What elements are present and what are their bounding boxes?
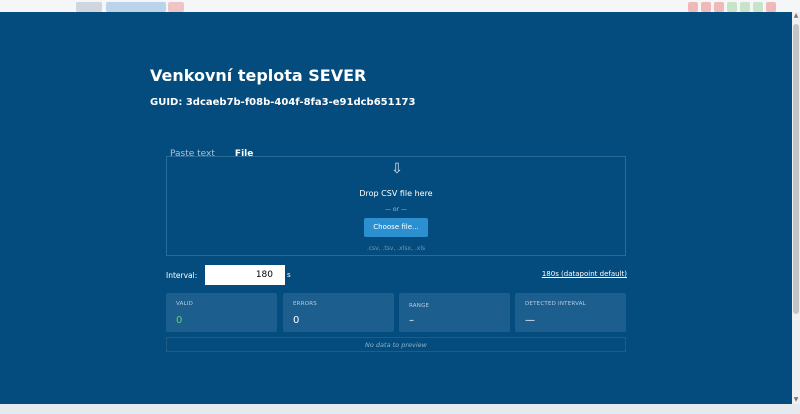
interval-label: Interval: xyxy=(166,271,198,280)
file-dropzone[interactable]: ⇩ Drop CSV file here — or — Choose file.… xyxy=(166,156,626,256)
stat-value: — xyxy=(525,315,535,326)
background-button xyxy=(76,2,102,12)
interval-input[interactable] xyxy=(205,265,285,285)
stat-label: RANGE xyxy=(409,303,430,309)
background-button xyxy=(168,2,184,12)
stat-label: DETECTED INTERVAL xyxy=(525,301,586,307)
stat-label: VALID xyxy=(176,301,194,307)
scroll-up-arrow[interactable]: ▲ xyxy=(792,12,800,20)
stat-value: – xyxy=(409,315,414,326)
scrollbar-thumb[interactable] xyxy=(793,24,799,314)
import-dialog: Venkovní teplota SEVER GUID: 3dcaeb7b-f0… xyxy=(0,12,792,404)
scroll-down-arrow[interactable]: ▼ xyxy=(792,396,800,404)
stat-value: 0 xyxy=(176,315,183,326)
allowed-extensions: .csv, .tsv, .xlsx, .xls xyxy=(366,245,426,252)
stat-errors: ERRORS 0 xyxy=(283,293,394,332)
background-toolbar-icons xyxy=(688,2,776,12)
background-button xyxy=(106,2,166,12)
stat-label: ERRORS xyxy=(293,301,317,307)
or-separator: — or — xyxy=(385,206,407,213)
interval-default-link[interactable]: 180s (datapoint default) xyxy=(542,270,627,278)
dialog-title: Venkovní teplota SEVER xyxy=(150,66,367,85)
arrow-down-icon: ⇩ xyxy=(391,161,403,177)
stat-valid: VALID 0 xyxy=(166,293,277,332)
datapoint-guid: GUID: 3dcaeb7b-f08b-404f-8fa3-e91dcb6511… xyxy=(150,97,416,108)
choose-file-button[interactable]: Choose file... xyxy=(364,218,428,237)
stat-range: RANGE – xyxy=(399,293,510,332)
drop-text: Drop CSV file here xyxy=(359,189,433,198)
stat-detected-interval: DETECTED INTERVAL — xyxy=(515,293,626,332)
data-preview: No data to preview xyxy=(166,337,626,352)
interval-unit: s xyxy=(287,271,291,279)
stat-value: 0 xyxy=(293,315,300,326)
